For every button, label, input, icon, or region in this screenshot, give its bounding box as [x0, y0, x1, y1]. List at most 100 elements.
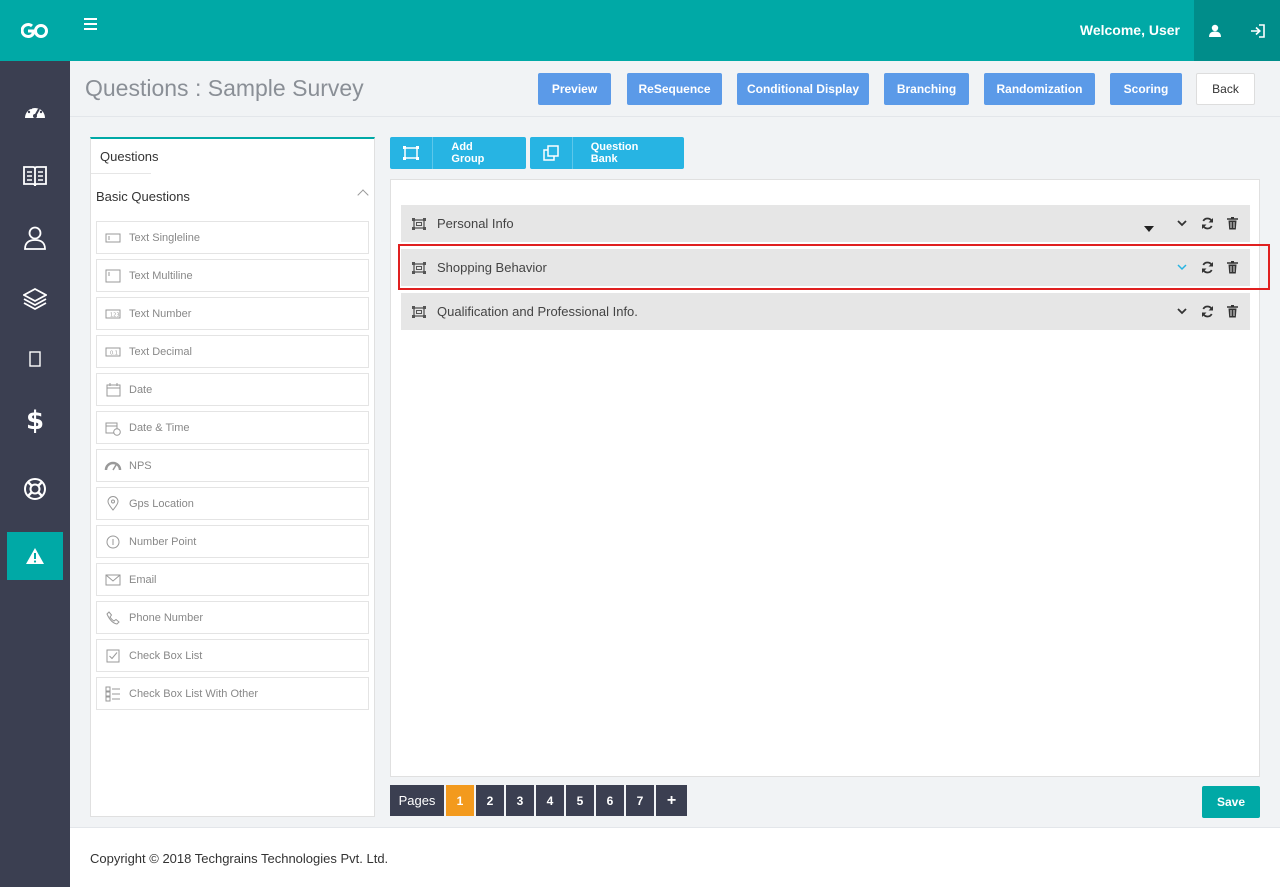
group-icon — [401, 305, 437, 319]
group-icon — [390, 137, 434, 169]
svg-text:0.1: 0.1 — [110, 350, 118, 356]
content-area: Questions Basic Questions Text Singlelin… — [70, 117, 1280, 827]
preview-button[interactable]: Preview — [538, 73, 611, 105]
collapse-caret-icon[interactable] — [357, 189, 369, 201]
dollar-icon[interactable]: $ — [7, 397, 63, 445]
question-type-label: Text Decimal — [129, 345, 192, 358]
group-actions — [1174, 249, 1240, 286]
chevron-down-icon[interactable] — [1174, 216, 1190, 232]
copyright-text: Copyright © 2018 Techgrains Technologies… — [90, 851, 389, 866]
page-title: Questions : Sample Survey — [85, 75, 364, 101]
calendar-icon — [97, 374, 129, 405]
pages-label: Pages — [390, 785, 444, 816]
svg-text:123: 123 — [110, 312, 120, 318]
question-type-label: Phone Number — [129, 611, 203, 624]
page-2-button[interactable]: 2 — [476, 785, 504, 816]
question-type-date-time[interactable]: Date & Time — [96, 411, 369, 444]
question-type-label: NPS — [129, 459, 152, 472]
group-label: Qualification and Professional Info. — [437, 304, 638, 319]
page-header: Questions : Sample Survey Preview ReSequ… — [70, 61, 1280, 117]
randomization-button[interactable]: Randomization — [984, 73, 1095, 105]
group-label: Shopping Behavior — [437, 260, 547, 275]
page-6-button[interactable]: 6 — [596, 785, 624, 816]
group-actions — [1141, 205, 1240, 242]
book-icon[interactable] — [7, 152, 63, 200]
envelope-icon — [97, 564, 129, 595]
question-type-label: Email — [129, 573, 157, 586]
save-button[interactable]: Save — [1202, 786, 1260, 818]
layers-icon[interactable] — [7, 275, 63, 323]
question-type-date[interactable]: Date — [96, 373, 369, 406]
question-types-panel: Questions Basic Questions Text Singlelin… — [90, 137, 375, 817]
question-bank-button[interactable]: Question Bank — [530, 137, 684, 169]
trash-icon[interactable] — [1224, 216, 1240, 232]
add-group-label: Add Group — [451, 141, 485, 165]
refresh-icon[interactable] — [1199, 304, 1215, 320]
group-row-qualification[interactable]: Qualification and Professional Info. — [401, 293, 1250, 330]
branching-button[interactable]: Branching — [884, 73, 969, 105]
question-type-label: Number Point — [129, 535, 197, 548]
page-1-button[interactable]: 1 — [446, 785, 474, 816]
page-5-button[interactable]: 5 — [566, 785, 594, 816]
trash-icon[interactable] — [1224, 304, 1240, 320]
hamburger-menu-icon[interactable] — [84, 18, 100, 34]
text-number-icon: 123 — [97, 298, 129, 329]
question-type-email[interactable]: Email — [96, 563, 369, 596]
number-point-icon — [97, 526, 129, 557]
group-actions — [1174, 293, 1240, 330]
group-row-personal-info[interactable]: Personal Info — [401, 205, 1250, 242]
question-type-nps[interactable]: NPS — [96, 449, 369, 482]
go-logo-icon[interactable] — [0, 0, 70, 61]
page-pager: Pages 1 2 3 4 5 6 7 + — [390, 785, 687, 816]
refresh-icon[interactable] — [1199, 216, 1215, 232]
sidebar-nav: $ — [0, 61, 70, 887]
conditional-display-button[interactable]: Conditional Display — [737, 73, 869, 105]
text-multiline-icon — [97, 260, 129, 291]
question-type-check-box-list-with-other[interactable]: Check Box List With Other — [96, 677, 369, 710]
question-type-number-point[interactable]: Number Point — [96, 525, 369, 558]
map-pin-icon — [97, 488, 129, 519]
refresh-icon[interactable] — [1199, 260, 1215, 276]
text-singleline-icon — [97, 222, 129, 253]
resequence-button[interactable]: ReSequence — [627, 73, 722, 105]
section-basic-questions[interactable]: Basic Questions — [96, 189, 190, 204]
page-7-button[interactable]: 7 — [626, 785, 654, 816]
checkbox-icon — [97, 640, 129, 671]
chevron-down-icon[interactable] — [1174, 304, 1190, 320]
user-profile-icon[interactable] — [1194, 0, 1236, 61]
add-page-button[interactable]: + — [656, 785, 687, 816]
tab-questions[interactable]: Questions — [100, 149, 159, 164]
back-button[interactable]: Back — [1196, 73, 1255, 105]
gauge-icon — [97, 450, 129, 481]
group-icon — [401, 261, 437, 275]
dropdown-caret-icon[interactable] — [1141, 221, 1157, 237]
question-type-check-box-list[interactable]: Check Box List — [96, 639, 369, 672]
question-type-gps-location[interactable]: Gps Location — [96, 487, 369, 520]
logout-icon[interactable] — [1236, 0, 1280, 61]
page-3-button[interactable]: 3 — [506, 785, 534, 816]
question-type-label: Check Box List With Other — [129, 687, 258, 700]
tablet-icon[interactable] — [7, 335, 63, 383]
question-type-label: Gps Location — [129, 497, 194, 510]
tab-underline — [91, 173, 151, 174]
group-row-shopping-behavior[interactable]: Shopping Behavior — [398, 244, 1270, 290]
question-type-text-multiline[interactable]: Text Multiline — [96, 259, 369, 292]
question-type-label: Date & Time — [129, 421, 190, 434]
question-type-text-decimal[interactable]: 0.1 Text Decimal — [96, 335, 369, 368]
text-decimal-icon: 0.1 — [97, 336, 129, 367]
add-group-button[interactable]: Add Group — [390, 137, 526, 169]
scoring-button[interactable]: Scoring — [1110, 73, 1182, 105]
dashboard-icon[interactable] — [7, 87, 63, 135]
question-type-text-number[interactable]: 123 Text Number — [96, 297, 369, 330]
trash-icon[interactable] — [1224, 260, 1240, 276]
group-icon — [401, 217, 437, 231]
groups-panel: Personal Info Shopping Behavior Qualific… — [390, 179, 1270, 777]
page-4-button[interactable]: 4 — [536, 785, 564, 816]
footer: Copyright © 2018 Techgrains Technologies… — [70, 827, 1280, 887]
support-icon[interactable] — [7, 465, 63, 513]
user-icon[interactable] — [7, 214, 63, 262]
question-type-text-singleline[interactable]: Text Singleline — [96, 221, 369, 254]
warning-icon[interactable] — [7, 532, 63, 580]
chevron-down-icon[interactable] — [1174, 260, 1190, 276]
question-type-phone-number[interactable]: Phone Number — [96, 601, 369, 634]
